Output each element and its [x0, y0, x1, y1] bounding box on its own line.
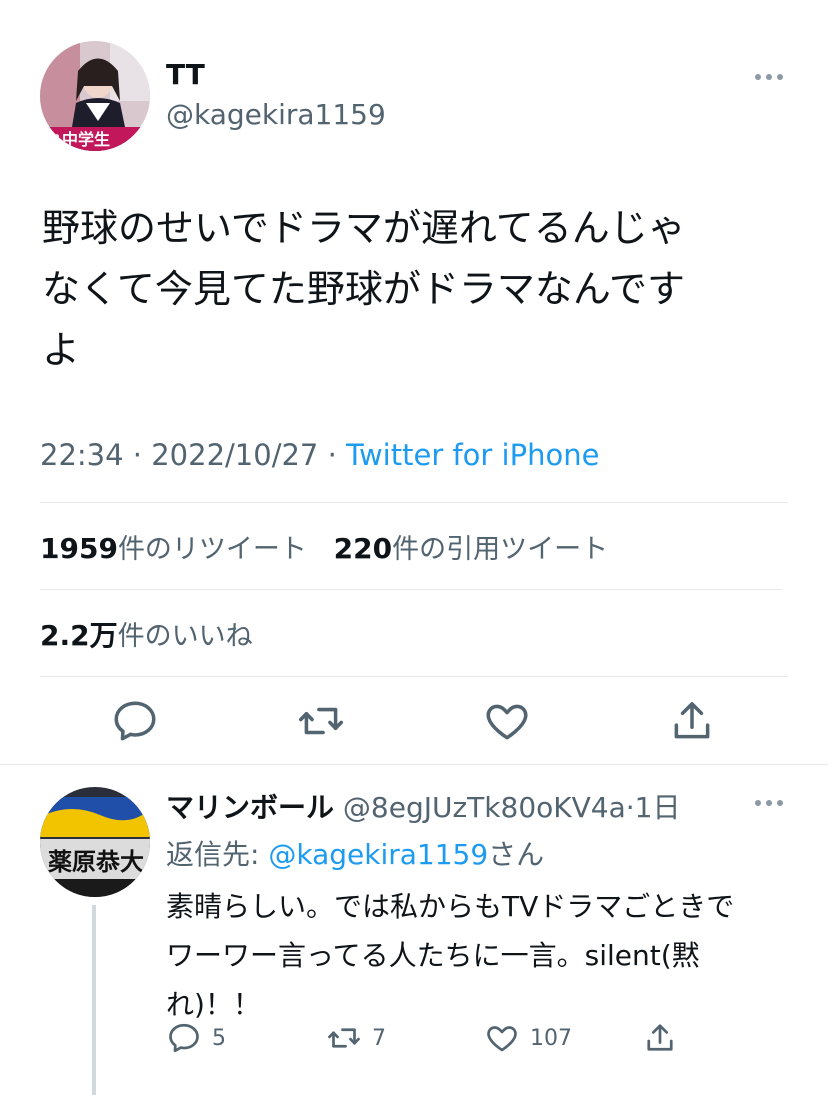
svg-text:薬原恭大: 薬原恭大: [48, 847, 144, 876]
tweet-meta: 22:34 · 2022/10/27 · Twitter for iPhone: [40, 438, 599, 472]
divider: [40, 676, 788, 677]
reply-reply-count: 5: [212, 1025, 226, 1051]
reply-icon: [169, 1023, 199, 1053]
likes-link[interactable]: 2.2万件のいいね: [40, 614, 253, 654]
replying-to-prefix: 返信先:: [166, 838, 269, 871]
reply-header: マリンボール @8egJUzTk80oKV4a·1日: [166, 786, 681, 826]
retweet-icon: [328, 1028, 360, 1048]
reply-handle[interactable]: @8egJUzTk80oKV4a: [343, 791, 626, 824]
reply-display-name[interactable]: マリンボール: [166, 791, 334, 824]
divider: [40, 502, 788, 503]
author-display-name[interactable]: TT: [166, 58, 205, 91]
retweet-button[interactable]: [296, 696, 346, 746]
reply-time[interactable]: 1日: [635, 791, 681, 824]
like-icon: [487, 1026, 517, 1052]
replying-to-suffix: さん: [488, 838, 545, 871]
replying-to: 返信先: @kagekira1159さん: [166, 833, 544, 873]
author-handle[interactable]: @kagekira1159: [166, 98, 386, 131]
author-avatar[interactable]: れ中学生: [40, 41, 150, 151]
thread-line: [92, 905, 96, 1095]
reply-reply-button[interactable]: 5: [166, 1020, 226, 1056]
reply-like-count: 107: [530, 1025, 572, 1051]
share-icon: [674, 702, 710, 739]
reply-time-separator: ·: [625, 791, 635, 824]
meta-separator: ·: [123, 438, 152, 472]
like-button[interactable]: [482, 696, 532, 746]
reply-author-avatar[interactable]: 薬原恭大: [40, 787, 150, 897]
retweets-link[interactable]: 1959件のリツイート: [40, 532, 307, 565]
tweet-time[interactable]: 22:34: [40, 438, 124, 472]
share-icon: [647, 1024, 673, 1051]
quotes-link[interactable]: 220件の引用ツイート: [334, 532, 608, 565]
retweets-count: 1959: [40, 532, 118, 565]
reply-retweet-button[interactable]: 7: [326, 1020, 386, 1056]
reply-more-options-icon[interactable]: [752, 788, 786, 818]
share-button[interactable]: [667, 696, 717, 746]
like-icon: [486, 704, 528, 740]
tweet-source-link[interactable]: Twitter for iPhone: [346, 438, 599, 472]
svg-text:れ中学生: れ中学生: [46, 130, 110, 149]
reply-share-button[interactable]: [642, 1020, 678, 1056]
likes-count: 2.2万: [40, 619, 118, 652]
tweet-text: 野球のせいでドラマが遅れてるんじゃ なくて今見てた野球がドラマなんです よ: [42, 206, 686, 372]
user-avatar-photo-icon: 薬原恭大: [40, 787, 150, 897]
meta-separator: ·: [318, 438, 347, 472]
retweet-icon: [299, 707, 343, 735]
divider: [0, 764, 828, 765]
retweet-stats: 1959件のリツイート 220件の引用ツイート: [40, 527, 608, 566]
replying-to-handle[interactable]: @kagekira1159: [268, 838, 488, 871]
user-avatar-photo-icon: れ中学生: [40, 41, 150, 151]
reply-button[interactable]: [110, 696, 160, 746]
more-options-icon[interactable]: [752, 62, 786, 92]
reply-retweet-count: 7: [372, 1025, 386, 1051]
retweets-label: 件のリツイート: [117, 534, 307, 565]
reply-like-button[interactable]: 107: [484, 1020, 572, 1056]
tweet-date[interactable]: 2022/10/27: [151, 438, 318, 472]
likes-label: 件のいいね: [117, 621, 253, 652]
reply-icon: [114, 701, 156, 741]
reply-text: 素晴らしい。では私からもTVドラマごときで ワーワー言ってる人たちに一言。sil…: [166, 890, 735, 1021]
divider: [40, 589, 782, 590]
quotes-label: 件の引用ツイート: [392, 534, 609, 565]
quotes-count: 220: [333, 532, 393, 565]
